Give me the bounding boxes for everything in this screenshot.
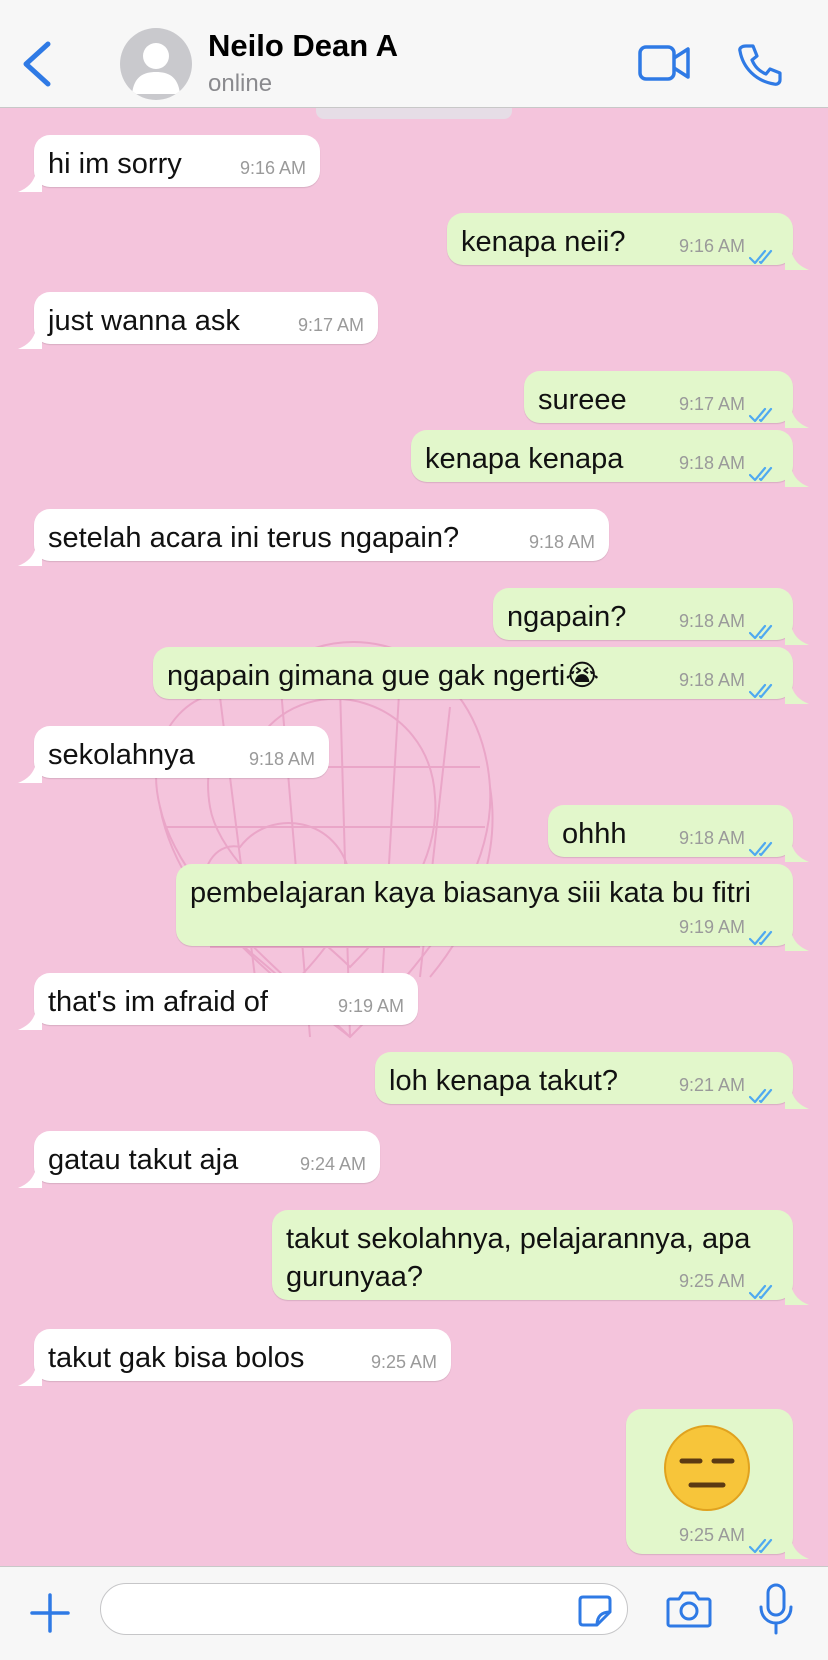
avatar-placeholder-icon xyxy=(132,43,180,94)
message-time: 9:18 AM xyxy=(678,453,745,473)
message-time: 9:19 AM xyxy=(678,917,745,937)
outgoing-message[interactable]: kenapa kenapa 9:18 AM xyxy=(411,430,809,487)
message-text: kenapa neii? xyxy=(461,226,626,258)
read-receipt-icon xyxy=(748,921,779,946)
message-time: 9:17 AM xyxy=(297,315,364,335)
message-time: 9:24 AM xyxy=(299,1154,366,1174)
message-time: 9:21 AM xyxy=(678,1075,745,1095)
bubble-tail xyxy=(785,620,809,645)
incoming-message[interactable]: just wanna ask 9:17 AM xyxy=(18,292,378,349)
avatar[interactable] xyxy=(120,28,192,100)
outgoing-message[interactable]: sureee 9:17 AM xyxy=(524,371,809,428)
outgoing-message[interactable]: ngapain gimana gue gak ngerti😭 9:18 AM xyxy=(153,647,809,704)
bubble-tail xyxy=(18,541,42,566)
phone-call-icon[interactable] xyxy=(738,42,782,91)
date-separator xyxy=(316,107,512,119)
read-receipt-icon xyxy=(748,1529,779,1554)
back-chevron-icon[interactable] xyxy=(18,38,58,90)
bubble-tail xyxy=(785,462,809,487)
message-time: 9:18 AM xyxy=(678,611,745,631)
bubble-tail xyxy=(785,837,809,862)
sticker-icon[interactable] xyxy=(577,1594,613,1633)
message-text: hi im sorry xyxy=(48,148,182,180)
outgoing-message[interactable]: ngapain? 9:18 AM xyxy=(493,588,809,645)
bubble-tail xyxy=(785,245,809,270)
bubble-tail xyxy=(18,758,42,783)
outgoing-message[interactable]: pembelajaran kaya biasanya siii kata bu … xyxy=(176,864,809,951)
message-text: kenapa kenapa xyxy=(425,443,624,475)
read-receipt-icon xyxy=(748,615,779,640)
message-text: takut gak bisa bolos xyxy=(48,1342,305,1374)
read-receipt-icon xyxy=(748,674,779,699)
message-time: 9:18 AM xyxy=(678,828,745,848)
read-receipt-icon xyxy=(748,240,779,265)
input-bar xyxy=(0,1566,828,1660)
bubble-tail xyxy=(785,403,809,428)
message-text: just wanna ask xyxy=(48,305,240,337)
message-time: 9:25 AM xyxy=(678,1525,745,1545)
plus-icon[interactable] xyxy=(28,1591,72,1640)
incoming-message[interactable]: sekolahnya 9:18 AM xyxy=(18,726,329,783)
read-receipt-icon xyxy=(748,457,779,482)
message-text: gatau takut aja xyxy=(48,1144,239,1176)
message-text: ngapain gimana gue gak ngerti😭 xyxy=(167,660,600,692)
contact-status: online xyxy=(208,70,273,97)
camera-icon[interactable] xyxy=(666,1589,712,1634)
message-time: 9:18 AM xyxy=(678,670,745,690)
bubble-tail xyxy=(18,324,42,349)
incoming-message[interactable]: gatau takut aja 9:24 AM xyxy=(18,1131,380,1188)
message-input[interactable] xyxy=(100,1583,628,1635)
read-receipt-icon xyxy=(748,1079,779,1104)
incoming-message[interactable]: that's im afraid of 9:19 AM xyxy=(18,973,418,1030)
read-receipt-icon xyxy=(748,1275,779,1300)
bubble-tail xyxy=(785,1280,809,1305)
video-call-icon[interactable] xyxy=(638,44,690,87)
message-text: ohhh xyxy=(562,818,627,850)
outgoing-message[interactable]: loh kenapa takut? 9:21 AM xyxy=(375,1052,809,1109)
bubble-tail xyxy=(785,679,809,704)
bubble-tail xyxy=(18,1005,42,1030)
bubble-tail xyxy=(18,1163,42,1188)
contact-name[interactable]: Neilo Dean A xyxy=(208,28,398,64)
microphone-icon[interactable] xyxy=(758,1583,794,1640)
message-time: 9:16 AM xyxy=(678,236,745,256)
bubble-tail xyxy=(785,1534,809,1559)
incoming-message[interactable]: hi im sorry 9:16 AM xyxy=(18,135,320,192)
message-time: 9:16 AM xyxy=(239,158,306,178)
bubble-tail xyxy=(18,1361,42,1386)
message-time: 9:19 AM xyxy=(337,996,404,1016)
message-text: loh kenapa takut? xyxy=(389,1065,618,1097)
incoming-message[interactable]: setelah acara ini terus ngapain? 9:18 AM xyxy=(18,509,609,566)
message-text: setelah acara ini terus ngapain? xyxy=(48,522,460,554)
message-text-line: takut sekolahnya, pelajarannya, apa xyxy=(286,1223,751,1255)
message-text: sekolahnya xyxy=(48,739,195,771)
read-receipt-icon xyxy=(748,398,779,423)
outgoing-message[interactable]: kenapa neii? 9:16 AM xyxy=(447,213,809,270)
message-time: 9:18 AM xyxy=(248,749,315,769)
outgoing-message[interactable]: takut sekolahnya, pelajarannya, apa gurun… xyxy=(272,1210,809,1305)
incoming-message[interactable]: takut gak bisa bolos 9:25 AM xyxy=(18,1329,451,1386)
message-text: that's im afraid of xyxy=(48,986,268,1018)
message-text: ngapain? xyxy=(507,601,627,633)
message-text: sureee xyxy=(538,384,627,416)
bubble-tail xyxy=(18,167,42,192)
expressionless-face-emoji xyxy=(664,1425,750,1511)
read-receipt-icon xyxy=(748,832,779,857)
bubble-tail xyxy=(785,1084,809,1109)
message-text: pembelajaran kaya biasanya siii kata bu … xyxy=(190,877,751,909)
message-time: 9:18 AM xyxy=(528,532,595,552)
message-time: 9:25 AM xyxy=(370,1352,437,1372)
chat-area[interactable]: hi im sorry 9:16 AM kenapa neii? 9:16 AM jus… xyxy=(0,107,828,1566)
chat-header: Neilo Dean A online xyxy=(0,0,828,108)
message-time: 9:17 AM xyxy=(678,394,745,414)
message-time: 9:25 AM xyxy=(678,1271,745,1291)
outgoing-message[interactable]: 9:25 AM xyxy=(626,1409,809,1559)
outgoing-message[interactable]: ohhh 9:18 AM xyxy=(548,805,809,862)
bubble-tail xyxy=(785,926,809,951)
